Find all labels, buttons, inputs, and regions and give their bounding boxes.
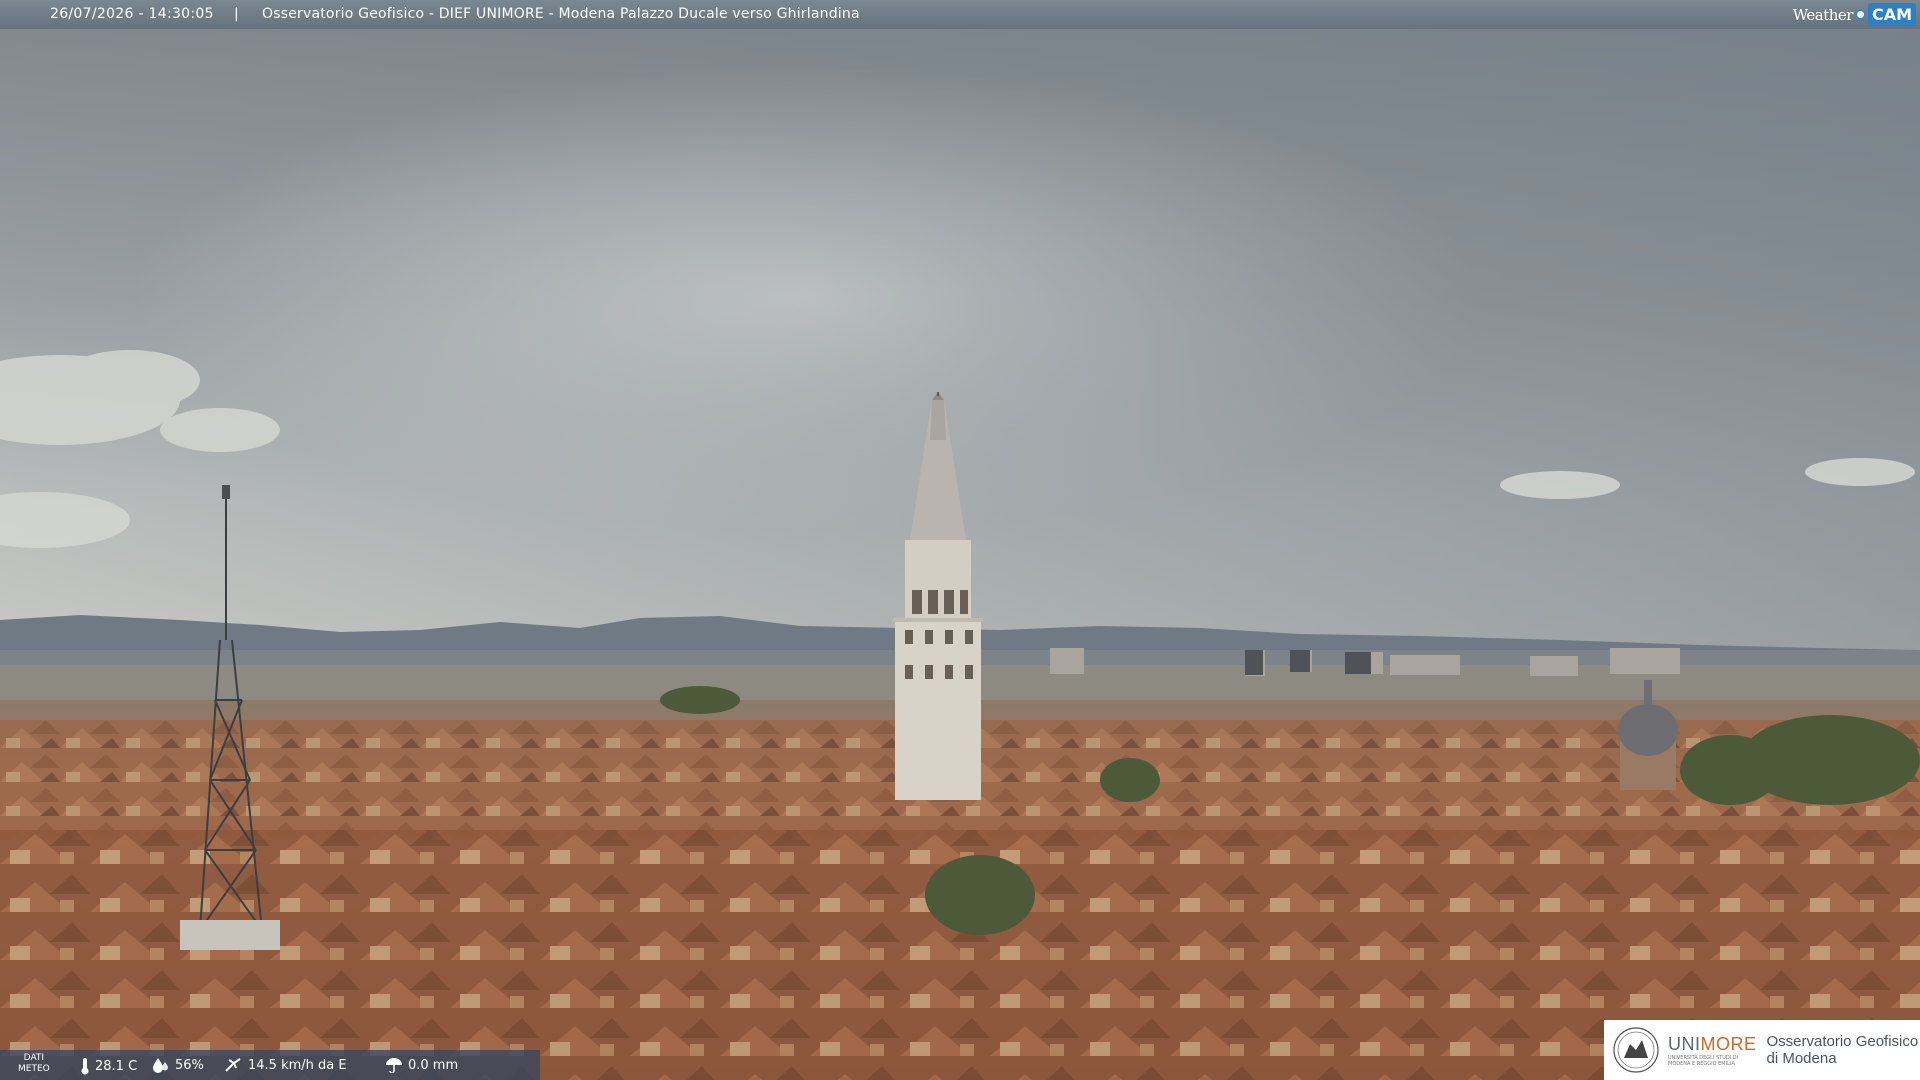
brand-weather-text: Weather (1792, 5, 1854, 24)
umbrella-icon (386, 1058, 402, 1073)
rain-readout: 0.0 mm (385, 1057, 458, 1073)
webcam-view (0, 0, 1920, 1080)
wind-vane-icon (225, 1058, 241, 1072)
brand-dot-icon (1854, 9, 1866, 20)
humidity-readout: 56% (152, 1057, 204, 1073)
unimore-seal-icon (1613, 1027, 1659, 1073)
unimore-wordmark: UNIMORE UNIVERSITÀ DEGLI STUDI DI MODENA… (1668, 1033, 1757, 1067)
meteo-label: DATI METEO (18, 1053, 50, 1074)
humidity-icon (153, 1058, 168, 1073)
brand-cam-text: CAM (1867, 3, 1916, 26)
meteo-bar: DATI METEO 28.1 C 56% 14.5 km/h da E 0.0… (0, 1050, 540, 1080)
weathercam-brand: Weather CAM (1793, 0, 1920, 29)
wind-readout: 14.5 km/h da E (225, 1057, 347, 1073)
camera-title: Osservatorio Geofisico - DIEF UNIMORE - … (262, 6, 860, 22)
unimore-logo: UNIMORE UNIVERSITÀ DEGLI STUDI DI MODENA… (1604, 1020, 1920, 1080)
thermometer-icon (81, 1058, 89, 1075)
temperature-readout: 28.1 C (80, 1057, 137, 1075)
observatory-name: Osservatorio Geofisico di Modena (1766, 1033, 1919, 1067)
timestamp: 26/07/2026 - 14:30:05 (50, 6, 214, 22)
top-info-bar: 26/07/2026 - 14:30:05 | Osservatorio Geo… (0, 0, 1920, 29)
separator: | (234, 6, 239, 22)
